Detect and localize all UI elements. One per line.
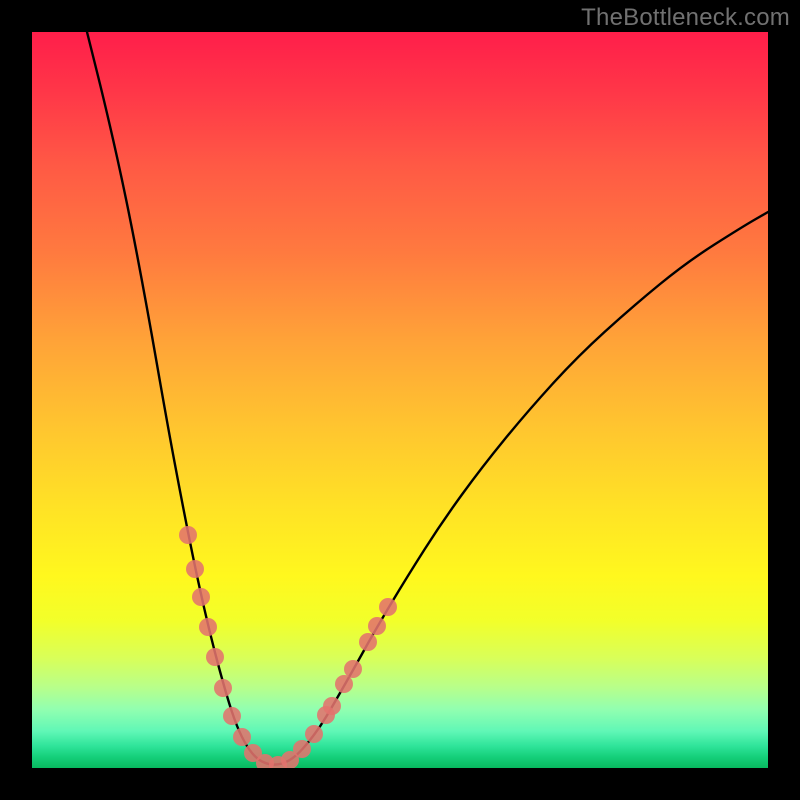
pink-dot xyxy=(179,526,197,544)
black-curve xyxy=(87,32,768,765)
pink-dot xyxy=(323,697,341,715)
pink-dot xyxy=(368,617,386,635)
pink-dot xyxy=(305,725,323,743)
pink-dot xyxy=(206,648,224,666)
chart-plot-area xyxy=(32,32,768,768)
pink-dot xyxy=(335,675,353,693)
chart-svg xyxy=(32,32,768,768)
pink-dot xyxy=(214,679,232,697)
pink-dot xyxy=(344,660,362,678)
pink-dot xyxy=(186,560,204,578)
pink-dots-group xyxy=(179,526,397,768)
pink-dot xyxy=(199,618,217,636)
watermark-text: TheBottleneck.com xyxy=(581,4,790,32)
pink-dot xyxy=(223,707,241,725)
pink-dot xyxy=(192,588,210,606)
chart-frame: TheBottleneck.com xyxy=(0,0,800,800)
pink-dot xyxy=(359,633,377,651)
pink-dot xyxy=(379,598,397,616)
pink-dot xyxy=(233,728,251,746)
pink-dot xyxy=(293,740,311,758)
